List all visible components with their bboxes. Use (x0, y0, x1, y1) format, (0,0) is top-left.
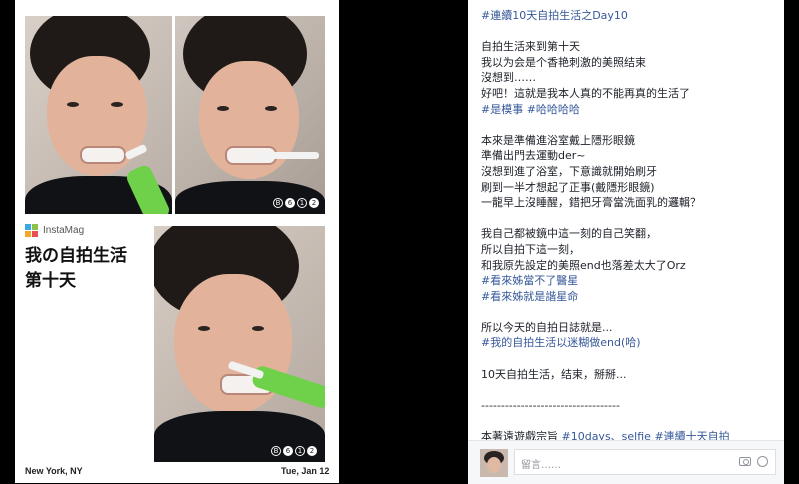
post-line: 所以自拍下這一刻， (481, 242, 580, 256)
badge-dot: 2 (309, 198, 319, 208)
instamag-brand: InstaMag (25, 224, 84, 237)
post-line: ----------------------------------- (481, 398, 620, 412)
hashtag-line[interactable]: #看來姊當不了醫星 (481, 273, 781, 289)
photo-badge: B 6 1 2 (273, 198, 319, 208)
selfie-photo-3: B 6 1 2 (154, 226, 325, 462)
comment-bar: 留言…… (468, 440, 784, 484)
hashtag-line[interactable]: #我的自拍生活以迷糊做end(哈) (481, 335, 781, 351)
post-line: 沒想到…… (481, 71, 536, 85)
badge-dot: 6 (283, 446, 293, 456)
date-label: Tue, Jan 12 (281, 466, 330, 476)
post-line: 一龍早上沒睡醒，錯把牙膏當洗面乳的邏輯？ (481, 196, 701, 210)
post-line: 自拍生活来到第十天 (481, 40, 580, 54)
badge-dot: 1 (297, 198, 307, 208)
post-line: 刷到一半才想起了正事(戴隱形眼鏡) (481, 180, 655, 194)
post-line: 準備出門去運動der~ (481, 149, 586, 163)
camera-icon[interactable] (739, 457, 751, 466)
brand-label: InstaMag (43, 225, 85, 236)
badge-dot: 6 (285, 198, 295, 208)
selfie-photo-2: B 6 1 2 (175, 16, 325, 214)
post-line: 10天自拍生活，结束，掰掰... (481, 367, 627, 381)
selfie-photo-1 (25, 16, 172, 214)
title-line-2: 第十天 (25, 271, 76, 291)
badge-dot: B (271, 446, 281, 456)
post-line: 好吧！這就是我本人真的不能再真的生活了 (481, 86, 690, 100)
post-line: 和我原先設定的美照end也落差太大了Orz (481, 258, 686, 272)
badge-dot: 1 (295, 446, 305, 456)
photo-badge: B 6 1 2 (271, 446, 317, 456)
comment-placeholder: 留言…… (521, 460, 561, 471)
post-line: 本來是準備進浴室戴上隱形眼鏡 (481, 133, 635, 147)
title-line-1: 我の自拍生活 (25, 246, 127, 266)
comment-input[interactable]: 留言…… (514, 449, 776, 475)
hashtag-line[interactable]: #是模事 #哈哈哈哈 (481, 102, 781, 118)
badge-dot: 2 (307, 446, 317, 456)
avatar (480, 449, 508, 477)
hashtag-line[interactable]: #看來姊就是諧星命 (481, 289, 781, 305)
instamag-collage: B 6 1 2 InstaMag 我の自拍生活 第十天 B 6 1 2 New … (15, 0, 339, 483)
location-label: New York, NY (25, 466, 83, 476)
collage-title: 我の自拍生活 第十天 (25, 244, 127, 294)
hashtag-line[interactable]: #連續10天自拍生活之Day10 (481, 8, 781, 24)
post-line: 我自己都被鏡中這一刻的自己笑翻， (481, 227, 657, 241)
post-panel: #連續10天自拍生活之Day10 自拍生活来到第十天 我以为会是个香艳刺激的美照结束… (468, 0, 784, 484)
post-text: #連續10天自拍生活之Day10 自拍生活来到第十天 我以为会是个香艳刺激的美照结束… (481, 8, 781, 445)
instamag-logo-icon (25, 224, 38, 237)
post-line: 我以为会是个香艳刺激的美照结束 (481, 55, 646, 69)
smiley-icon[interactable] (757, 456, 768, 467)
badge-dot: B (273, 198, 283, 208)
post-line: 所以今天的自拍日誌就是... (481, 320, 613, 334)
post-line: 沒想到進了浴室，下意識就開始刷牙 (481, 164, 657, 178)
